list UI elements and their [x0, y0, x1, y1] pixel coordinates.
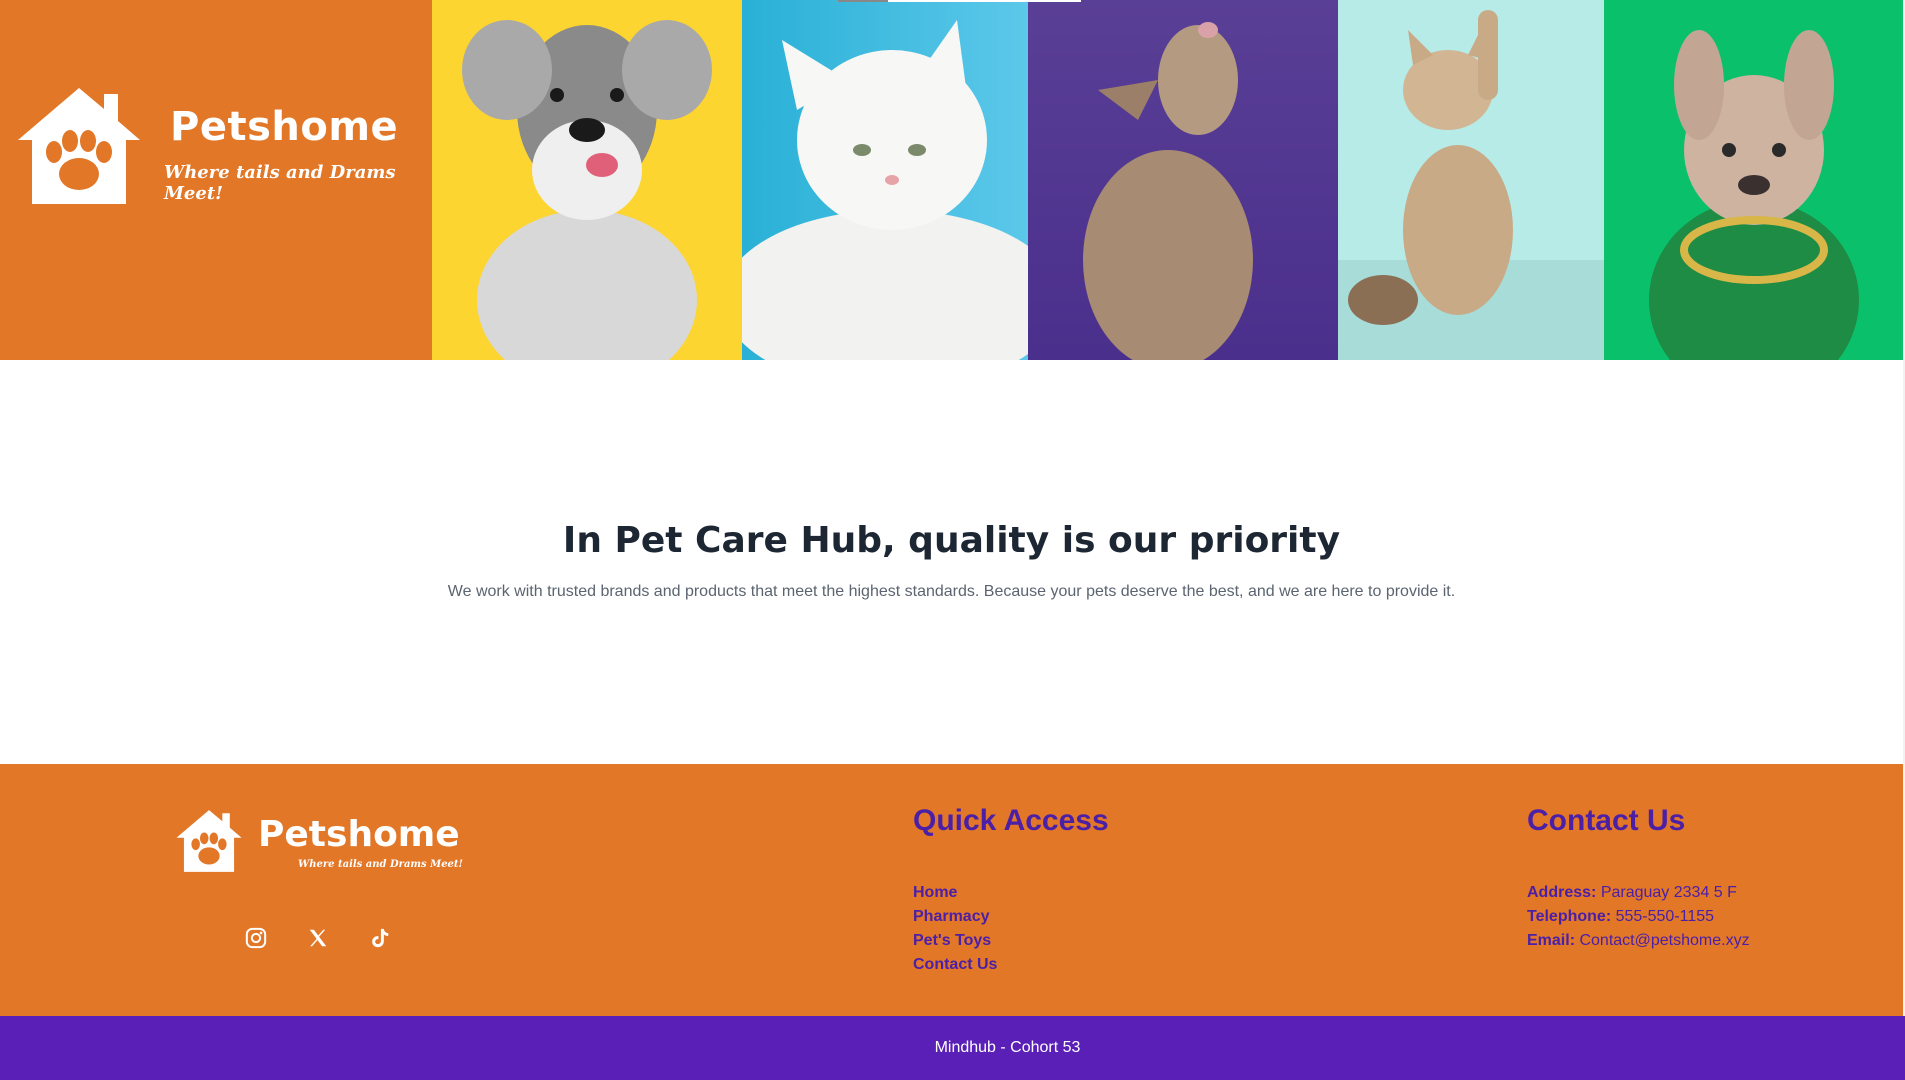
hero-top-indicator [888, 0, 1081, 2]
social-links [244, 926, 392, 950]
dog-photo-icon [1649, 30, 1859, 360]
email-label: Email: [1527, 932, 1576, 949]
hero-brand-tagline: Where tails and Drams Meet! [164, 162, 396, 204]
dog-photo-icon [1083, 22, 1253, 360]
address-label: Address: [1527, 884, 1597, 901]
page-description: We work with trusted brands and products… [447, 583, 1456, 600]
footer-link-home[interactable]: Home [913, 881, 997, 905]
hero-brand-panel: Petshome Where tails and Drams Meet! [0, 0, 432, 360]
cat-photo-icon [1338, 10, 1604, 360]
footer-link-pets-toys[interactable]: Pet's Toys [913, 929, 997, 953]
hero-photo-sphynx-dog [1028, 0, 1338, 360]
quick-access-list: Home Pharmacy Pet's Toys Contact Us [913, 881, 997, 977]
hero-photo-french-bulldog [1604, 0, 1903, 360]
instagram-icon[interactable] [244, 926, 268, 950]
hero-photo-kitten [1338, 0, 1604, 360]
hero-photo-white-cat [742, 0, 1028, 360]
footer-link-pharmacy[interactable]: Pharmacy [913, 905, 997, 929]
page-title: In Pet Care Hub, quality is our priority [562, 520, 1341, 561]
hero-top-indicator-dark [838, 0, 888, 2]
bottom-bar: Mindhub - Cohort 53 [0, 1016, 1905, 1080]
footer: Petshome Where tails and Drams Meet! Qui… [0, 764, 1903, 1016]
house-paw-logo-icon [176, 810, 242, 872]
contact-info: Address: Paraguay 2334 5 F Telephone: 55… [1527, 881, 1750, 953]
hero-brand-name: Petshome [170, 104, 399, 150]
tiktok-icon[interactable] [368, 926, 392, 950]
contact-address: Address: Paraguay 2334 5 F [1527, 881, 1750, 905]
page: Petshome Where tails and Drams Meet! In … [0, 0, 1905, 1080]
hero-banner: Petshome Where tails and Drams Meet! [0, 0, 1903, 360]
x-icon[interactable] [306, 926, 330, 950]
contact-email: Email: Contact@petshome.xyz [1527, 929, 1750, 953]
house-paw-logo-icon [18, 88, 140, 204]
telephone-value: 555-550-1155 [1615, 908, 1715, 925]
contact-telephone: Telephone: 555-550-1155 [1527, 905, 1750, 929]
copyright-text: Mindhub - Cohort 53 [934, 1039, 1081, 1056]
footer-link-contact-us[interactable]: Contact Us [913, 953, 997, 977]
email-value[interactable]: Contact@petshome.xyz [1579, 932, 1749, 949]
footer-brand-name: Petshome [258, 814, 460, 855]
contact-us-heading: Contact Us [1527, 804, 1686, 837]
cat-photo-icon [742, 20, 1028, 360]
dog-photo-icon [462, 20, 712, 360]
hero-photo-dog-schnauzer [432, 0, 742, 360]
quick-access-heading: Quick Access [913, 804, 1109, 837]
telephone-label: Telephone: [1527, 908, 1612, 925]
address-value: Paraguay 2334 5 F [1600, 884, 1737, 901]
footer-brand-tagline: Where tails and Drams Meet! [298, 859, 463, 870]
